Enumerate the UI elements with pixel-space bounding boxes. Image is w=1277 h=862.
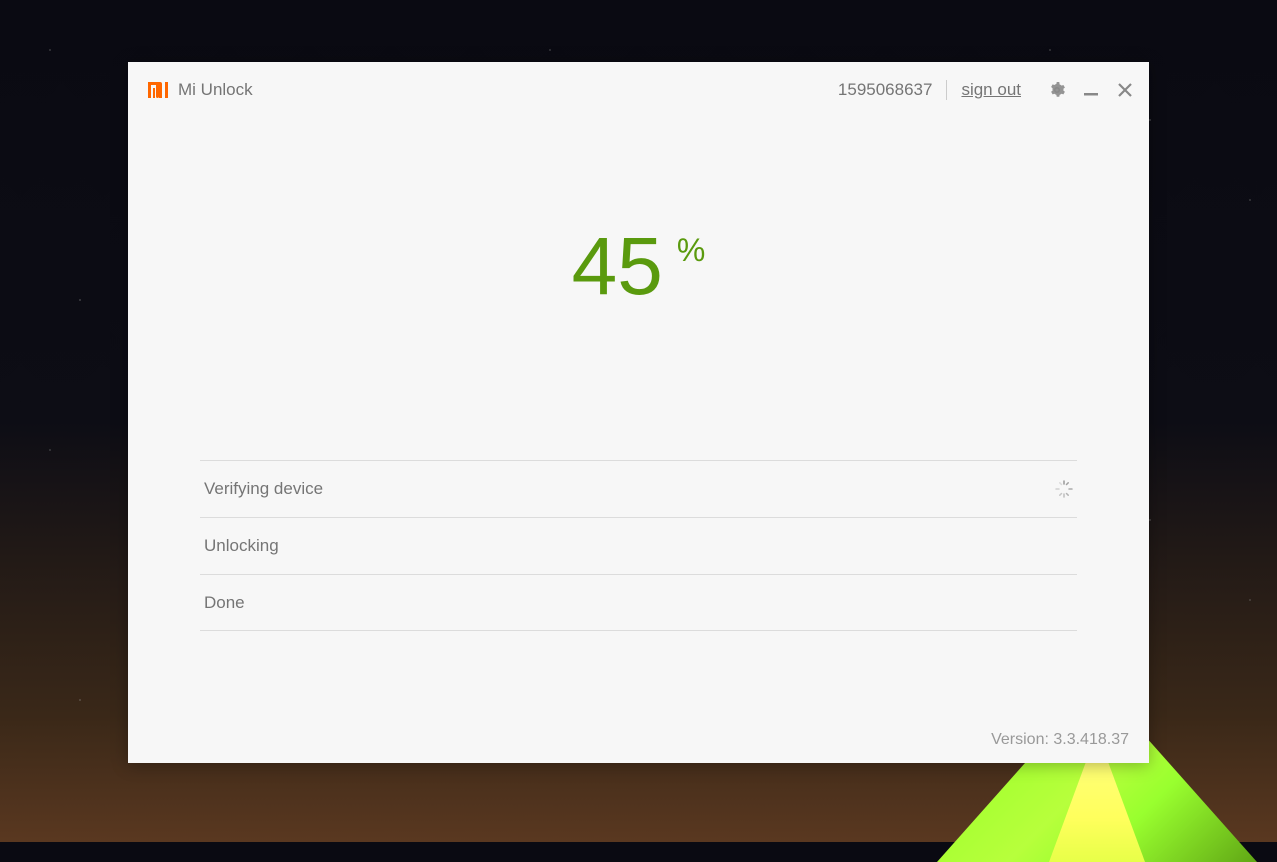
step-label: Verifying device [204, 479, 323, 499]
minimize-icon[interactable] [1083, 82, 1099, 98]
mi-logo-icon [148, 79, 170, 101]
spinner-icon [1055, 480, 1073, 498]
step-label: Unlocking [204, 536, 279, 556]
titlebar: Mi Unlock 1595068637 sign out [128, 62, 1149, 118]
account-id: 1595068637 [838, 80, 948, 100]
progress-value: 45 [572, 226, 663, 308]
settings-icon[interactable] [1049, 82, 1065, 98]
step-unlocking: Unlocking [200, 517, 1077, 574]
app-title: Mi Unlock [178, 80, 253, 100]
version-label: Version: 3.3.418.37 [991, 731, 1129, 749]
app-window: Mi Unlock 1595068637 sign out [128, 62, 1149, 763]
steps-list: Verifying device Unlocking [200, 460, 1077, 631]
step-label: Done [204, 593, 245, 613]
progress-unit: % [677, 232, 705, 269]
step-done: Done [200, 574, 1077, 631]
sign-out-link[interactable]: sign out [961, 80, 1021, 100]
step-verifying: Verifying device [200, 460, 1077, 517]
close-icon[interactable] [1117, 82, 1133, 98]
progress-display: 45 % [128, 226, 1149, 308]
